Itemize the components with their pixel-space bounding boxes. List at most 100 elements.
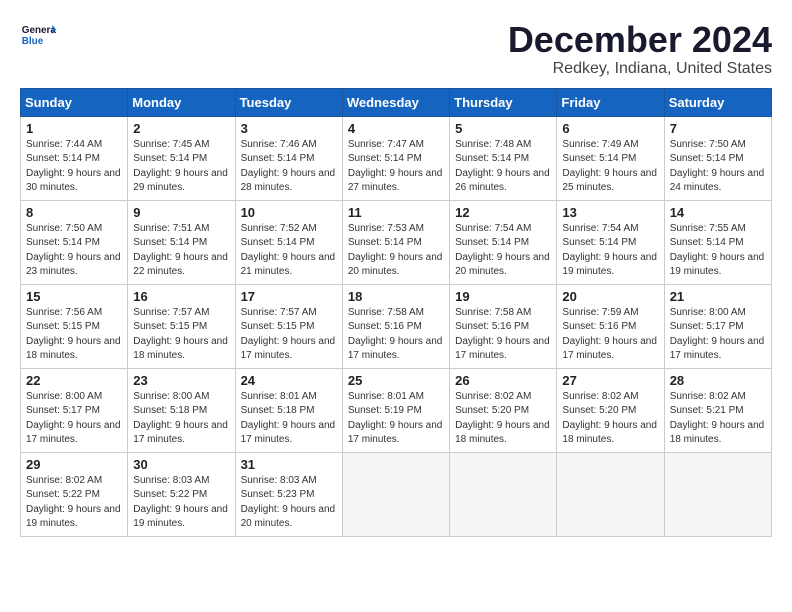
col-monday: Monday [128, 88, 235, 116]
col-saturday: Saturday [664, 88, 771, 116]
day-number: 20 [562, 289, 658, 304]
day-info: Sunrise: 7:59 AM Sunset: 5:16 PM Dayligh… [562, 306, 658, 364]
day-info: Sunrise: 7:46 AM Sunset: 5:14 PM Dayligh… [241, 138, 337, 196]
day-info: Sunrise: 8:03 AM Sunset: 5:22 PM Dayligh… [133, 474, 229, 532]
day-info: Sunrise: 7:50 AM Sunset: 5:14 PM Dayligh… [26, 222, 122, 280]
calendar-day-cell: 14 Sunrise: 7:55 AM Sunset: 5:14 PM Dayl… [664, 200, 771, 284]
location: Redkey, Indiana, United States [508, 60, 772, 78]
day-number: 22 [26, 373, 122, 388]
day-info: Sunrise: 7:57 AM Sunset: 5:15 PM Dayligh… [241, 306, 337, 364]
day-info: Sunrise: 8:01 AM Sunset: 5:19 PM Dayligh… [348, 390, 444, 448]
calendar-day-cell: 23 Sunrise: 8:00 AM Sunset: 5:18 PM Dayl… [128, 368, 235, 452]
col-wednesday: Wednesday [342, 88, 449, 116]
calendar-day-cell: 31 Sunrise: 8:03 AM Sunset: 5:23 PM Dayl… [235, 452, 342, 536]
day-info: Sunrise: 7:44 AM Sunset: 5:14 PM Dayligh… [26, 138, 122, 196]
day-info: Sunrise: 8:02 AM Sunset: 5:20 PM Dayligh… [562, 390, 658, 448]
day-number: 3 [241, 121, 337, 136]
day-number: 10 [241, 205, 337, 220]
day-number: 7 [670, 121, 766, 136]
col-thursday: Thursday [450, 88, 557, 116]
day-info: Sunrise: 7:54 AM Sunset: 5:14 PM Dayligh… [562, 222, 658, 280]
calendar-day-cell: 24 Sunrise: 8:01 AM Sunset: 5:18 PM Dayl… [235, 368, 342, 452]
day-info: Sunrise: 7:45 AM Sunset: 5:14 PM Dayligh… [133, 138, 229, 196]
day-info: Sunrise: 7:48 AM Sunset: 5:14 PM Dayligh… [455, 138, 551, 196]
day-info: Sunrise: 8:00 AM Sunset: 5:18 PM Dayligh… [133, 390, 229, 448]
calendar-day-cell: 4 Sunrise: 7:47 AM Sunset: 5:14 PM Dayli… [342, 116, 449, 200]
calendar-day-cell: 6 Sunrise: 7:49 AM Sunset: 5:14 PM Dayli… [557, 116, 664, 200]
day-info: Sunrise: 7:49 AM Sunset: 5:14 PM Dayligh… [562, 138, 658, 196]
day-number: 17 [241, 289, 337, 304]
day-number: 15 [26, 289, 122, 304]
calendar-table: Sunday Monday Tuesday Wednesday Thursday… [20, 88, 772, 537]
day-info: Sunrise: 7:58 AM Sunset: 5:16 PM Dayligh… [455, 306, 551, 364]
day-info: Sunrise: 8:02 AM Sunset: 5:21 PM Dayligh… [670, 390, 766, 448]
day-number: 12 [455, 205, 551, 220]
day-number: 25 [348, 373, 444, 388]
day-number: 26 [455, 373, 551, 388]
col-friday: Friday [557, 88, 664, 116]
day-info: Sunrise: 7:56 AM Sunset: 5:15 PM Dayligh… [26, 306, 122, 364]
calendar-day-cell: 1 Sunrise: 7:44 AM Sunset: 5:14 PM Dayli… [21, 116, 128, 200]
day-number: 1 [26, 121, 122, 136]
calendar-day-cell: 17 Sunrise: 7:57 AM Sunset: 5:15 PM Dayl… [235, 284, 342, 368]
day-number: 13 [562, 205, 658, 220]
day-number: 28 [670, 373, 766, 388]
calendar-week-row: 15 Sunrise: 7:56 AM Sunset: 5:15 PM Dayl… [21, 284, 772, 368]
empty-cell [557, 452, 664, 536]
calendar-day-cell: 7 Sunrise: 7:50 AM Sunset: 5:14 PM Dayli… [664, 116, 771, 200]
calendar-day-cell: 21 Sunrise: 8:00 AM Sunset: 5:17 PM Dayl… [664, 284, 771, 368]
calendar-day-cell: 2 Sunrise: 7:45 AM Sunset: 5:14 PM Dayli… [128, 116, 235, 200]
empty-cell [450, 452, 557, 536]
calendar-day-cell: 22 Sunrise: 8:00 AM Sunset: 5:17 PM Dayl… [21, 368, 128, 452]
calendar-week-row: 8 Sunrise: 7:50 AM Sunset: 5:14 PM Dayli… [21, 200, 772, 284]
calendar-day-cell: 27 Sunrise: 8:02 AM Sunset: 5:20 PM Dayl… [557, 368, 664, 452]
day-number: 30 [133, 457, 229, 472]
month-title: December 2024 [508, 20, 772, 60]
logo: General Blue [20, 20, 56, 48]
header: General Blue December 2024 Redkey, India… [20, 20, 772, 78]
day-number: 23 [133, 373, 229, 388]
calendar-day-cell: 18 Sunrise: 7:58 AM Sunset: 5:16 PM Dayl… [342, 284, 449, 368]
calendar-week-row: 1 Sunrise: 7:44 AM Sunset: 5:14 PM Dayli… [21, 116, 772, 200]
day-number: 14 [670, 205, 766, 220]
calendar-day-cell: 8 Sunrise: 7:50 AM Sunset: 5:14 PM Dayli… [21, 200, 128, 284]
day-info: Sunrise: 8:00 AM Sunset: 5:17 PM Dayligh… [26, 390, 122, 448]
calendar-day-cell: 19 Sunrise: 7:58 AM Sunset: 5:16 PM Dayl… [450, 284, 557, 368]
calendar-week-row: 29 Sunrise: 8:02 AM Sunset: 5:22 PM Dayl… [21, 452, 772, 536]
day-info: Sunrise: 8:00 AM Sunset: 5:17 PM Dayligh… [670, 306, 766, 364]
calendar-day-cell: 13 Sunrise: 7:54 AM Sunset: 5:14 PM Dayl… [557, 200, 664, 284]
day-number: 4 [348, 121, 444, 136]
day-info: Sunrise: 7:51 AM Sunset: 5:14 PM Dayligh… [133, 222, 229, 280]
title-area: December 2024 Redkey, Indiana, United St… [508, 20, 772, 78]
calendar-day-cell: 26 Sunrise: 8:02 AM Sunset: 5:20 PM Dayl… [450, 368, 557, 452]
day-info: Sunrise: 8:03 AM Sunset: 5:23 PM Dayligh… [241, 474, 337, 532]
day-info: Sunrise: 7:47 AM Sunset: 5:14 PM Dayligh… [348, 138, 444, 196]
day-info: Sunrise: 7:54 AM Sunset: 5:14 PM Dayligh… [455, 222, 551, 280]
calendar-day-cell: 11 Sunrise: 7:53 AM Sunset: 5:14 PM Dayl… [342, 200, 449, 284]
calendar-day-cell: 20 Sunrise: 7:59 AM Sunset: 5:16 PM Dayl… [557, 284, 664, 368]
empty-cell [664, 452, 771, 536]
calendar-day-cell: 28 Sunrise: 8:02 AM Sunset: 5:21 PM Dayl… [664, 368, 771, 452]
day-number: 6 [562, 121, 658, 136]
calendar-header-row: Sunday Monday Tuesday Wednesday Thursday… [21, 88, 772, 116]
day-info: Sunrise: 8:02 AM Sunset: 5:22 PM Dayligh… [26, 474, 122, 532]
svg-text:Blue: Blue [22, 36, 44, 47]
calendar-day-cell: 12 Sunrise: 7:54 AM Sunset: 5:14 PM Dayl… [450, 200, 557, 284]
day-number: 29 [26, 457, 122, 472]
day-number: 27 [562, 373, 658, 388]
day-info: Sunrise: 7:55 AM Sunset: 5:14 PM Dayligh… [670, 222, 766, 280]
day-info: Sunrise: 8:02 AM Sunset: 5:20 PM Dayligh… [455, 390, 551, 448]
svg-text:General: General [22, 25, 56, 36]
day-number: 21 [670, 289, 766, 304]
day-number: 19 [455, 289, 551, 304]
day-number: 18 [348, 289, 444, 304]
calendar-day-cell: 15 Sunrise: 7:56 AM Sunset: 5:15 PM Dayl… [21, 284, 128, 368]
calendar-day-cell: 16 Sunrise: 7:57 AM Sunset: 5:15 PM Dayl… [128, 284, 235, 368]
day-info: Sunrise: 8:01 AM Sunset: 5:18 PM Dayligh… [241, 390, 337, 448]
day-number: 8 [26, 205, 122, 220]
calendar-day-cell: 3 Sunrise: 7:46 AM Sunset: 5:14 PM Dayli… [235, 116, 342, 200]
calendar-day-cell: 30 Sunrise: 8:03 AM Sunset: 5:22 PM Dayl… [128, 452, 235, 536]
day-number: 16 [133, 289, 229, 304]
day-number: 2 [133, 121, 229, 136]
calendar-day-cell: 29 Sunrise: 8:02 AM Sunset: 5:22 PM Dayl… [21, 452, 128, 536]
